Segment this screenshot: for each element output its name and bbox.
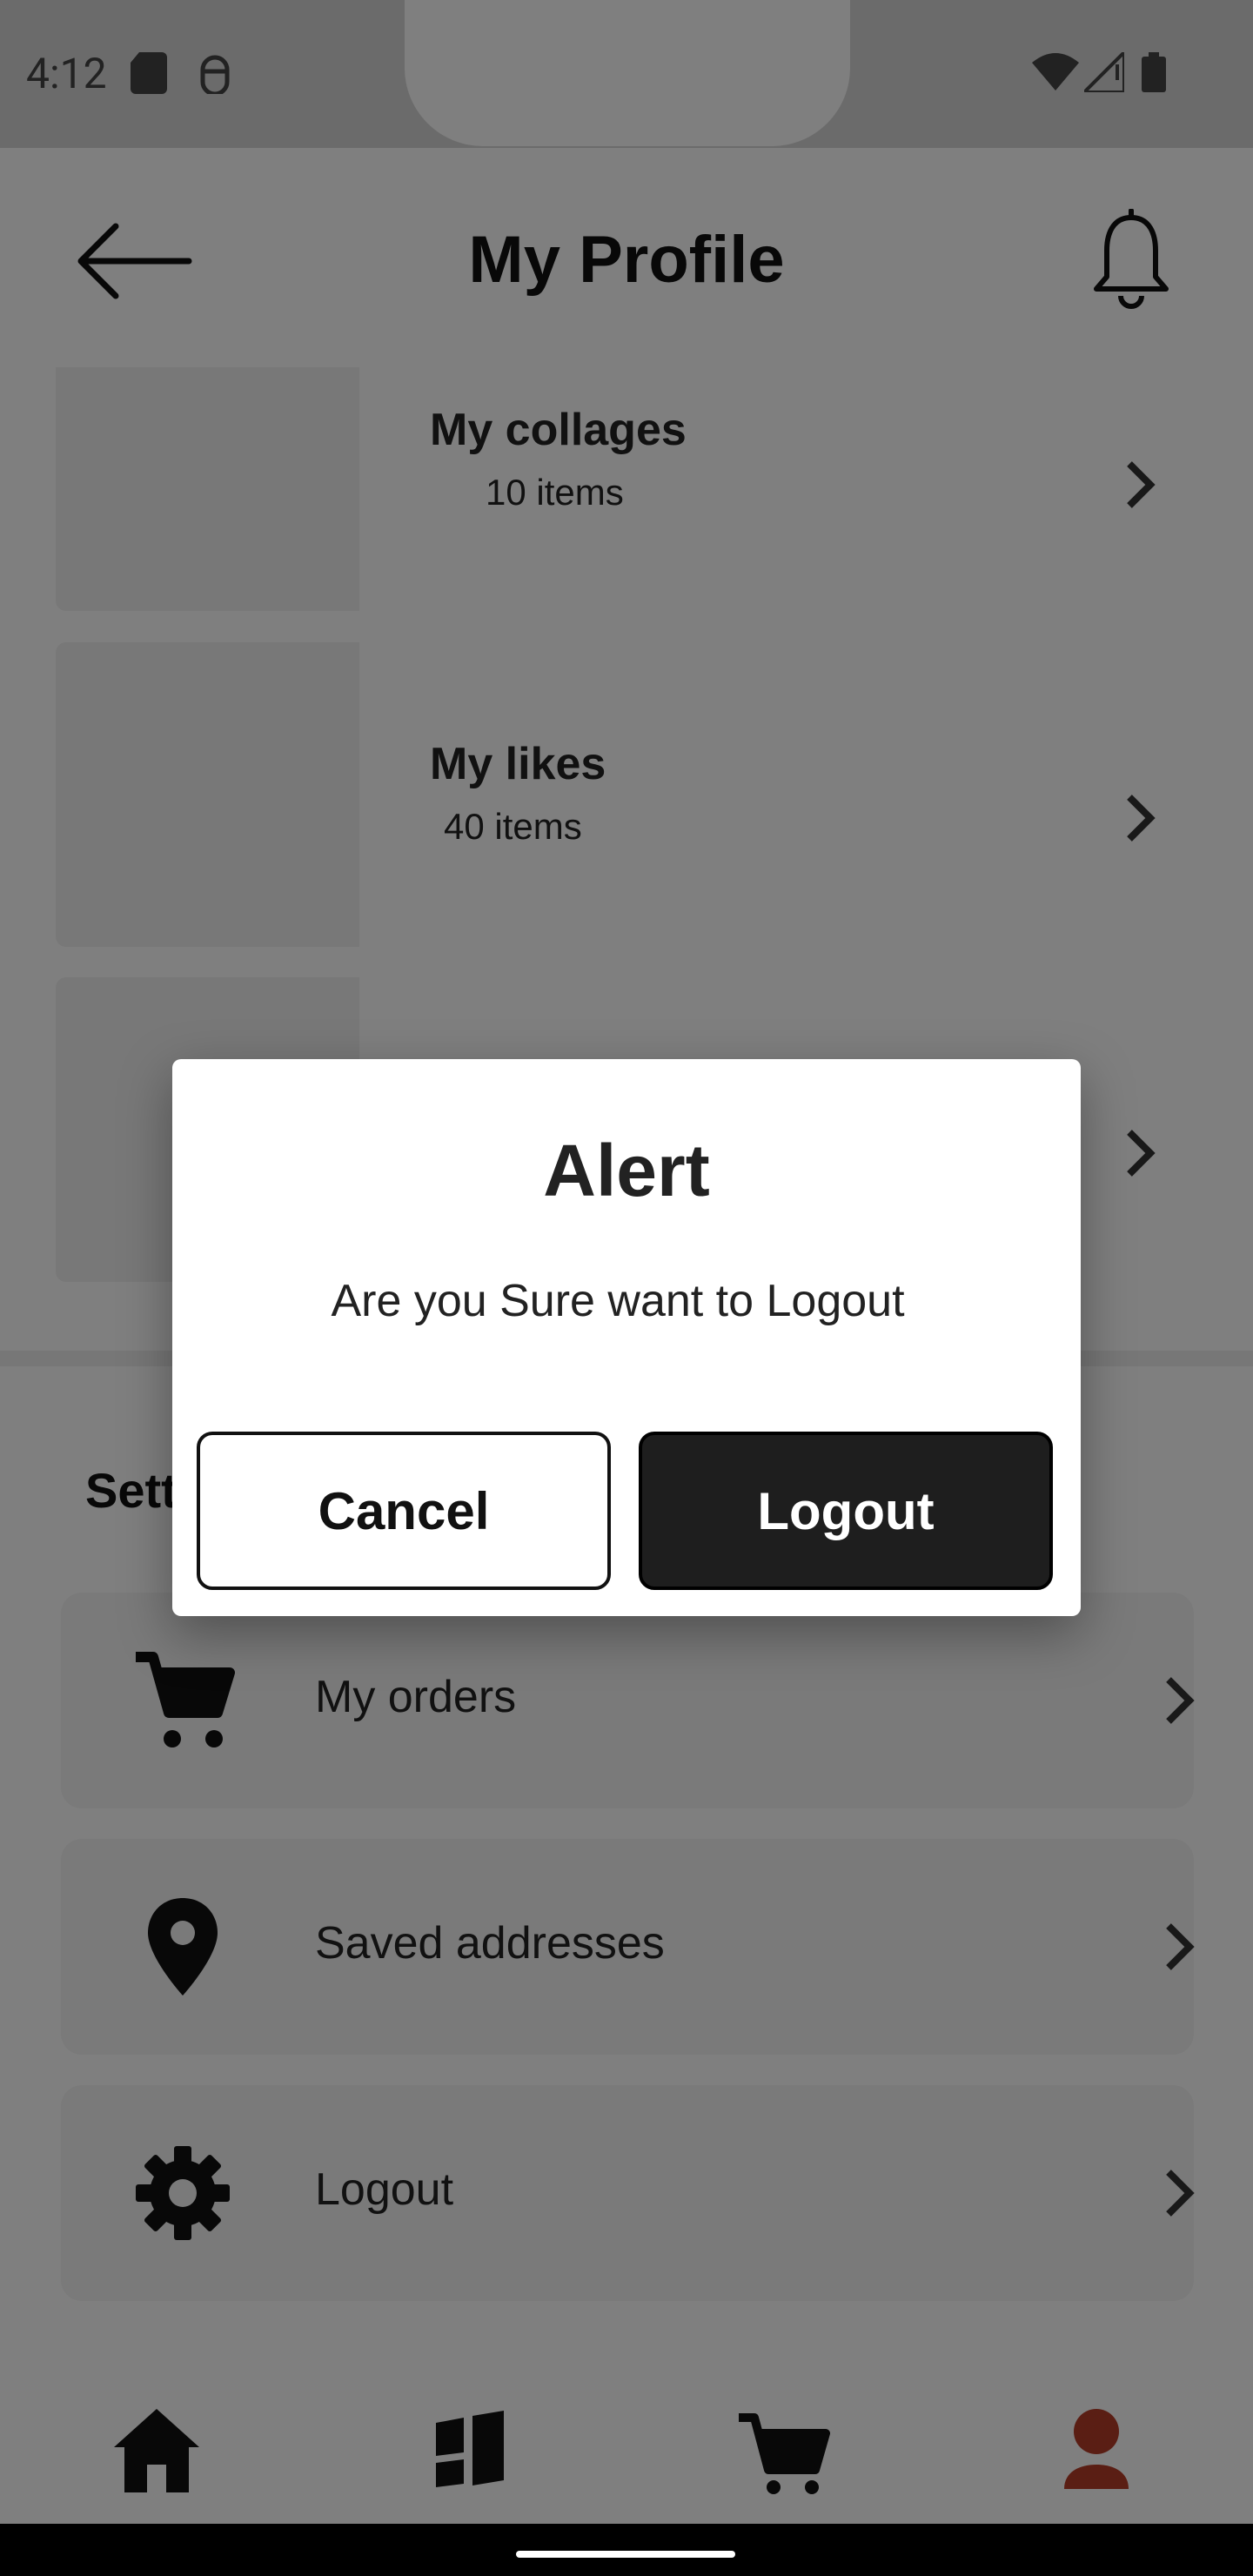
system-navigation-bar xyxy=(0,2524,1253,2576)
dialog-title: Alert xyxy=(543,1130,710,1211)
cancel-button[interactable]: Cancel xyxy=(197,1432,611,1590)
home-gesture-handle[interactable] xyxy=(516,2551,735,2558)
app-screen: 4:12 My Profile xyxy=(0,0,1253,2576)
dialog-message: Are you Sure want to Logout xyxy=(331,1276,905,1326)
confirm-logout-button[interactable]: Logout xyxy=(639,1432,1053,1590)
logout-alert-dialog: Alert Are you Sure want to Logout Cancel… xyxy=(172,1059,1081,1616)
